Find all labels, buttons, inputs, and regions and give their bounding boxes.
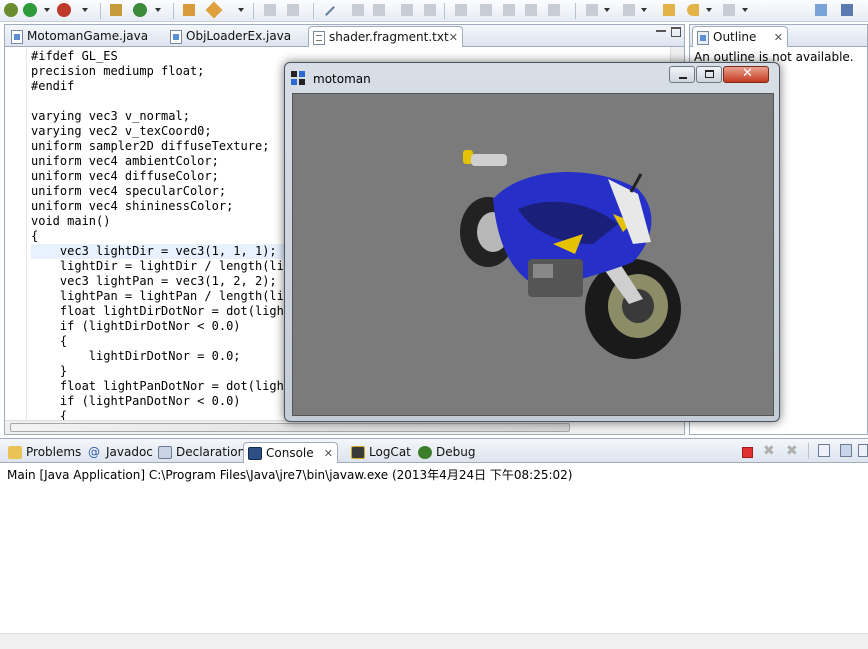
tab-console[interactable]: Console ✕ <box>243 442 338 463</box>
tab-outline[interactable]: Outline ✕ <box>692 26 788 47</box>
tab-label: shader.fragment.txt <box>329 30 449 44</box>
forward-icon[interactable] <box>720 2 738 19</box>
external-tools-dropdown-icon[interactable] <box>82 8 88 12</box>
render-viewport[interactable] <box>292 93 774 416</box>
app-icon <box>291 71 305 85</box>
scroll-lock-icon[interactable] <box>840 444 852 457</box>
open-perspective-icon[interactable] <box>812 2 830 19</box>
search-dropdown-icon[interactable] <box>238 8 244 12</box>
run-dropdown-icon[interactable] <box>44 8 50 12</box>
maximize-icon[interactable] <box>671 27 681 37</box>
disconnect-icon[interactable] <box>421 2 439 19</box>
suspend-icon[interactable] <box>370 2 388 19</box>
terminate-icon[interactable] <box>398 2 416 19</box>
last-edit-icon[interactable] <box>660 2 678 19</box>
javadoc-icon: @ <box>88 445 100 459</box>
toggle-mark-icon[interactable] <box>261 2 279 19</box>
tab-obj-loader[interactable]: ObjLoaderEx.java <box>166 26 316 47</box>
editor-horizontal-scrollbar[interactable] <box>5 420 684 434</box>
console-output[interactable] <box>0 483 868 629</box>
step-return-icon[interactable] <box>500 2 518 19</box>
tab-logcat[interactable]: LogCat <box>347 442 417 463</box>
minimize-icon <box>679 77 687 79</box>
drop-to-frame-icon[interactable] <box>522 2 540 19</box>
back-icon[interactable] <box>684 2 702 19</box>
resume-icon[interactable] <box>349 2 367 19</box>
tab-label: Outline <box>713 30 757 44</box>
tab-label: Declaration <box>176 445 246 459</box>
perspective-icon[interactable] <box>838 2 856 19</box>
console-launch-info: Main [Java Application] C:\Program Files… <box>7 468 573 482</box>
tab-javadoc[interactable]: @ Javadoc <box>84 442 154 463</box>
window-maximize-button[interactable] <box>696 66 722 83</box>
motoman-window: motoman ✕ <box>284 62 780 422</box>
window-minimize-button[interactable] <box>669 66 695 83</box>
search-icon[interactable] <box>205 1 223 19</box>
previous-annotation-dropdown-icon[interactable] <box>641 8 647 12</box>
tab-label: LogCat <box>369 445 411 459</box>
java-file-icon <box>170 30 182 44</box>
maximize-icon <box>705 70 714 78</box>
debug-icon <box>418 446 432 459</box>
close-icon[interactable]: ✕ <box>324 443 333 464</box>
editor-gutter <box>5 47 27 420</box>
logcat-icon <box>351 446 365 459</box>
debug-icon[interactable] <box>2 2 20 19</box>
next-annotation-icon[interactable] <box>583 2 601 19</box>
tab-label: Javadoc <box>106 445 153 459</box>
new-class-icon[interactable] <box>131 2 149 19</box>
tab-debug[interactable]: Debug <box>414 442 478 463</box>
back-dropdown-icon[interactable] <box>706 8 712 12</box>
editor-tab-bar: MotomanGame.java ObjLoaderEx.java shader… <box>5 25 684 47</box>
use-step-filters-icon[interactable] <box>545 2 563 19</box>
skip-breakpoints-icon[interactable] <box>321 2 339 19</box>
run-icon[interactable] <box>21 2 39 19</box>
close-icon[interactable]: ✕ <box>449 27 458 48</box>
text-file-icon <box>313 31 325 45</box>
new-class-dropdown-icon[interactable] <box>155 8 161 12</box>
tab-label: Console <box>266 446 314 460</box>
outline-tab-bar: Outline ✕ <box>690 25 867 47</box>
outline-icon <box>697 31 709 45</box>
clear-console-icon[interactable] <box>818 444 830 457</box>
remove-all-launches-icon[interactable]: ✖ <box>786 443 798 459</box>
tab-label: Problems <box>26 445 82 459</box>
close-icon[interactable]: ✕ <box>774 27 783 48</box>
console-horizontal-scrollbar[interactable] <box>0 633 868 649</box>
forward-dropdown-icon[interactable] <box>742 8 748 12</box>
step-over-icon[interactable] <box>477 2 495 19</box>
next-annotation-dropdown-icon[interactable] <box>604 8 610 12</box>
close-icon: ✕ <box>742 66 753 81</box>
previous-annotation-icon[interactable] <box>620 2 638 19</box>
tab-label: Debug <box>436 445 476 459</box>
console-icon <box>248 447 262 460</box>
tab-label: MotomanGame.java <box>27 29 149 43</box>
tab-label: ObjLoaderEx.java <box>186 29 292 43</box>
scroll-thumb[interactable] <box>10 423 570 432</box>
tab-motoman-game[interactable]: MotomanGame.java <box>7 26 167 47</box>
open-type-icon[interactable] <box>180 2 198 19</box>
terminate-icon[interactable] <box>742 447 753 458</box>
tab-shader-fragment[interactable]: shader.fragment.txt ✕ <box>308 26 463 47</box>
declaration-icon <box>158 446 172 459</box>
remove-launch-icon[interactable]: ✖ <box>763 443 775 459</box>
tab-declaration[interactable]: Declaration <box>154 442 246 463</box>
window-close-button[interactable]: ✕ <box>723 66 769 83</box>
new-package-icon[interactable] <box>107 2 125 19</box>
motorcycle-model <box>460 150 681 359</box>
tab-problems[interactable]: Problems <box>4 442 84 463</box>
window-title: motoman <box>313 72 371 86</box>
external-tools-icon[interactable] <box>55 2 73 19</box>
problems-icon <box>8 446 22 459</box>
pin-console-icon[interactable] <box>858 444 868 457</box>
minimize-icon[interactable] <box>656 30 666 32</box>
step-into-icon[interactable] <box>452 2 470 19</box>
show-whitespace-icon[interactable] <box>284 2 302 19</box>
console-panel: Problems @ Javadoc Declaration Console ✕… <box>0 438 868 649</box>
console-tab-bar: Problems @ Javadoc Declaration Console ✕… <box>0 439 868 463</box>
main-toolbar <box>0 0 868 22</box>
java-file-icon <box>11 30 23 44</box>
